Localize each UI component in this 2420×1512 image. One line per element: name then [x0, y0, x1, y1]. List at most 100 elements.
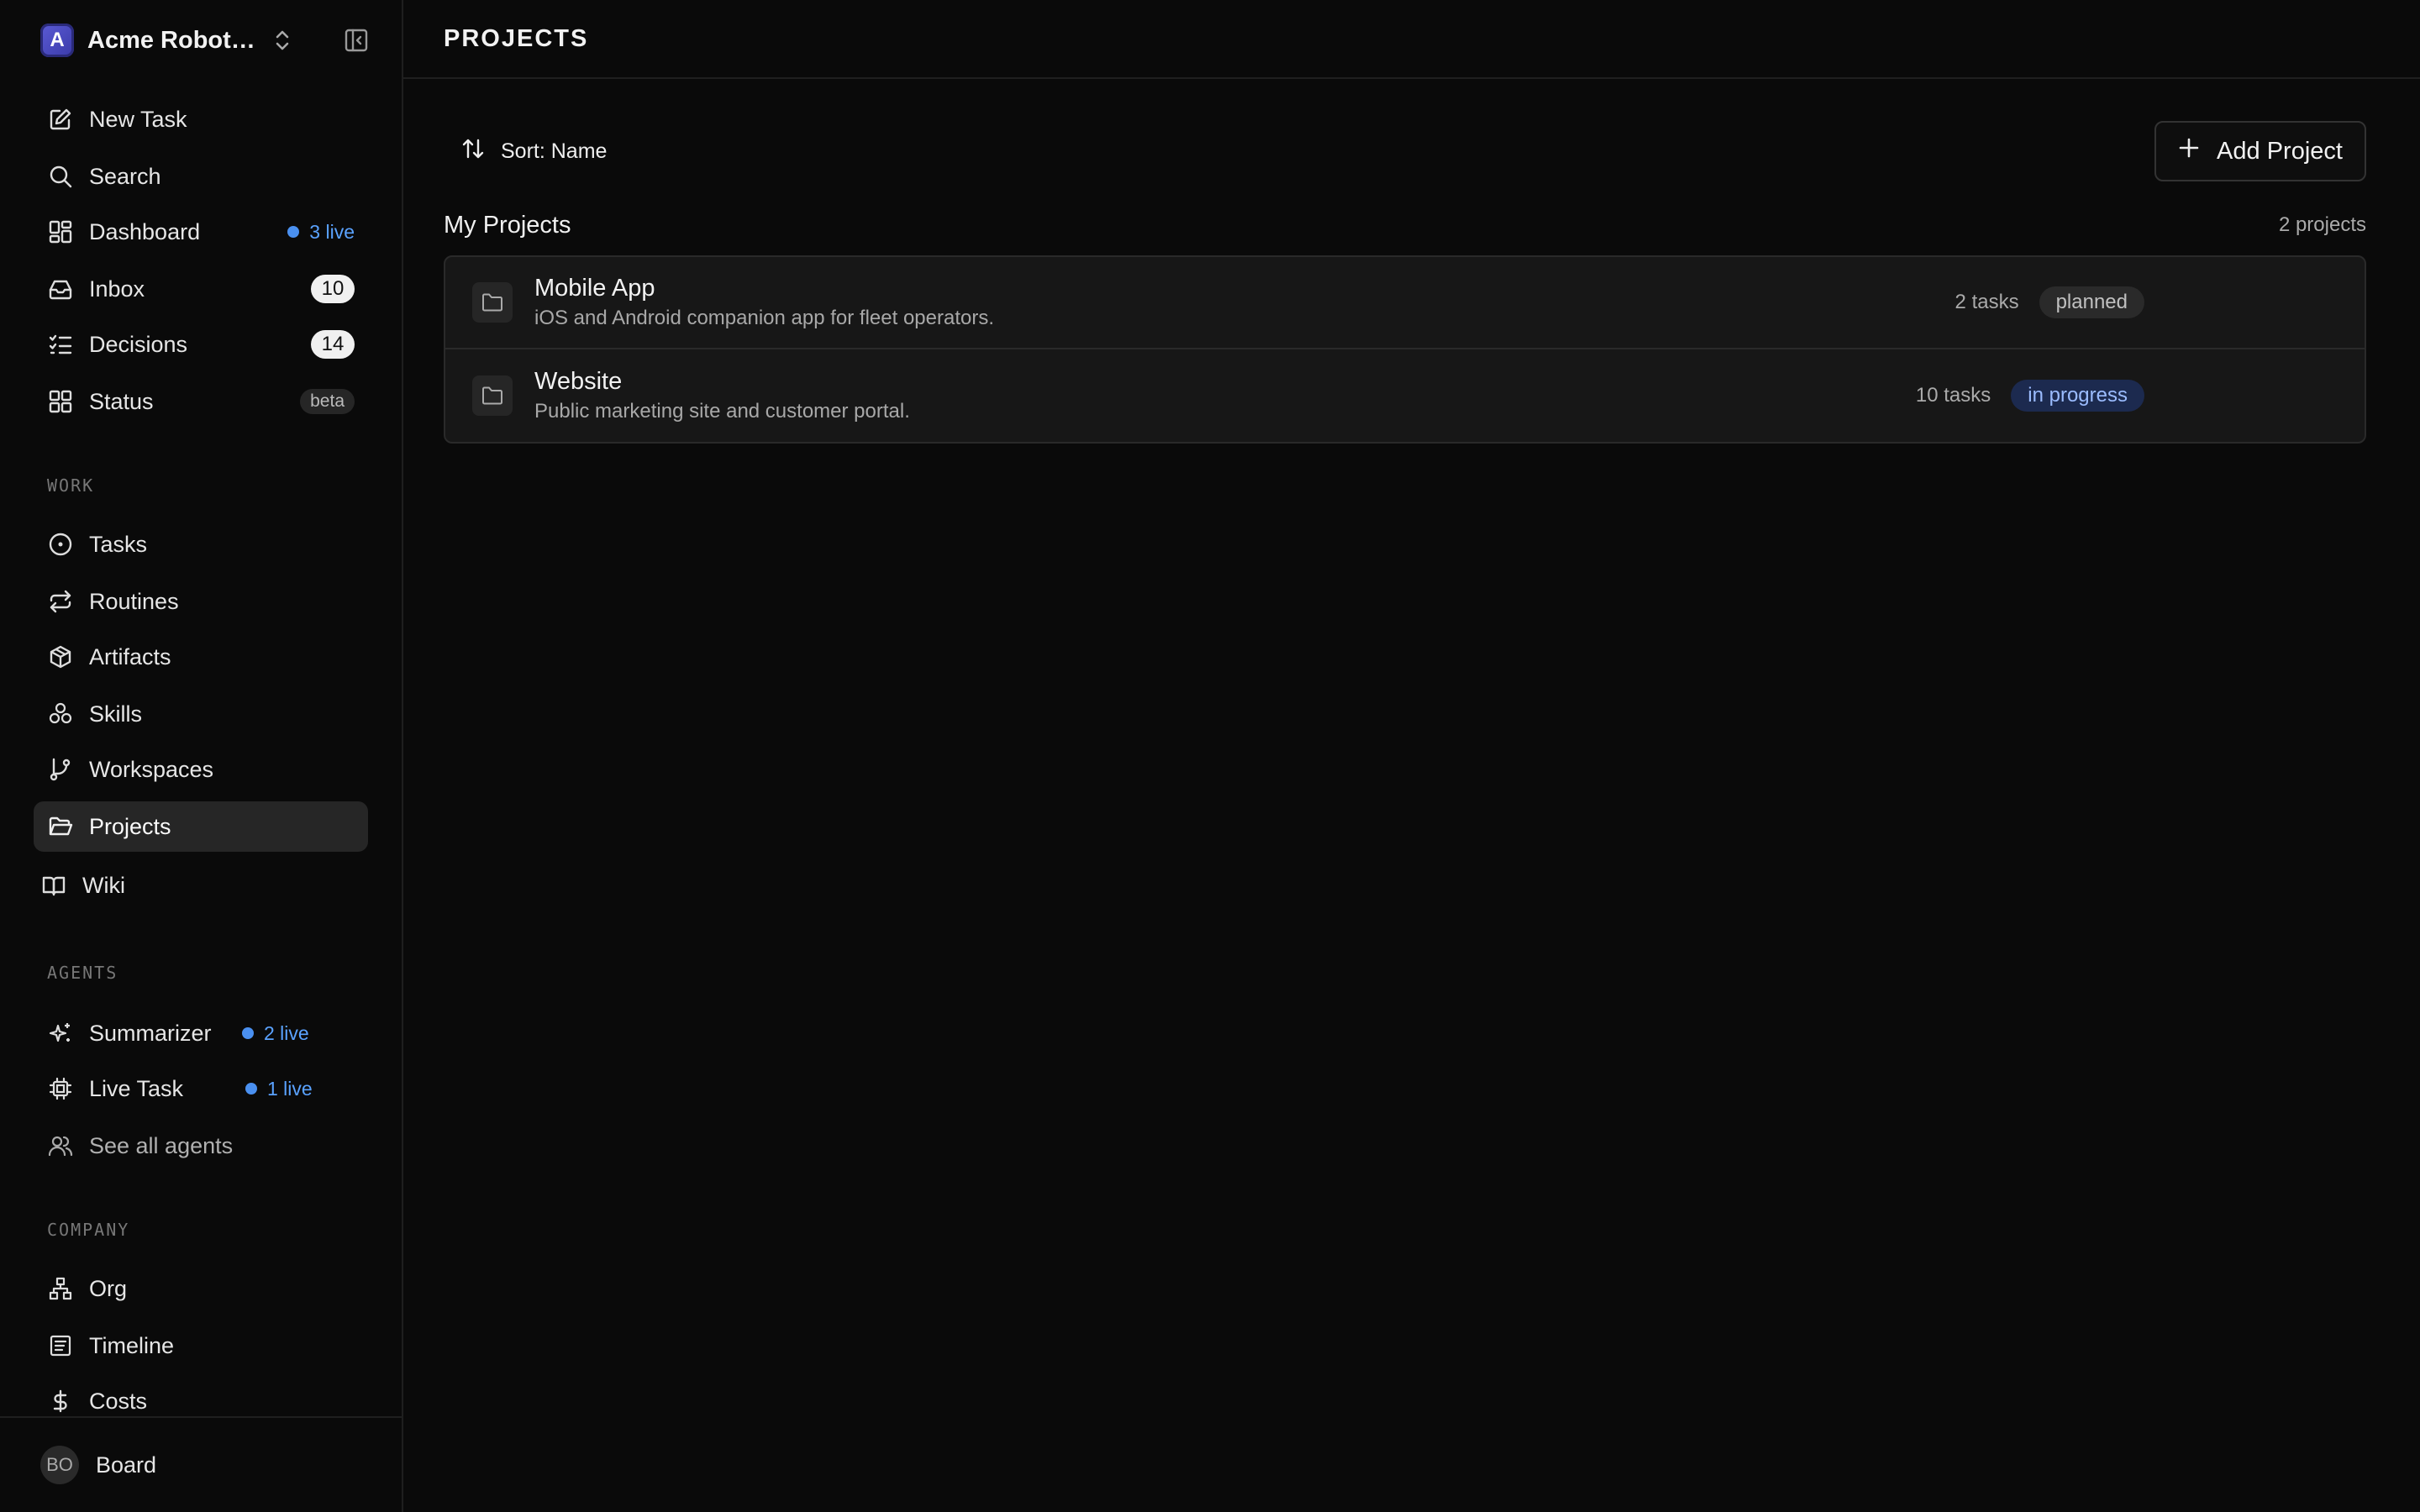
live-dot-icon — [287, 226, 300, 238]
project-list: Mobile App iOS and Android companion app… — [444, 255, 2366, 444]
nav-wiki[interactable]: Wiki — [27, 860, 361, 911]
section-label-work: WORK — [47, 475, 95, 496]
status-badge: in progress — [2011, 380, 2144, 412]
project-meta: 10 tasks in progress — [1916, 380, 2144, 412]
nav-label: New Task — [89, 106, 187, 132]
nav-search[interactable]: Search — [34, 151, 368, 202]
nav-agent-live-task[interactable]: Live Task 1 live — [34, 1063, 368, 1114]
project-description: iOS and Android companion app for fleet … — [534, 307, 995, 329]
nav-label: Projects — [89, 813, 171, 839]
nav-new-task[interactable]: New Task — [34, 94, 368, 144]
nav-label: Routines — [89, 588, 179, 614]
inbox-count-badge: 10 — [311, 275, 355, 303]
workspace-name[interactable]: Acme Robotics — [87, 27, 260, 55]
nav-artifacts[interactable]: Artifacts — [34, 632, 368, 682]
group-title: My Projects — [444, 211, 571, 239]
git-branch-icon — [47, 756, 74, 783]
nav-label: See all agents — [89, 1132, 234, 1158]
project-name: Website — [534, 368, 623, 395]
nav-timeline[interactable]: Timeline — [34, 1320, 368, 1371]
sidebar-footer[interactable]: BO Board — [0, 1416, 403, 1512]
nav-label: Artifacts — [89, 643, 171, 669]
live-dot-icon — [245, 1083, 257, 1095]
top-bar: PROJECTS — [403, 0, 2420, 79]
page-title: PROJECTS — [444, 24, 589, 52]
nav-routines[interactable]: Routines — [34, 576, 368, 627]
search-icon — [47, 163, 74, 190]
grid-icon — [47, 388, 74, 415]
live-count: 2 live — [264, 1021, 309, 1044]
nav-label: Live Task — [89, 1075, 184, 1101]
project-meta: 2 tasks planned — [1955, 286, 2144, 318]
book-open-icon — [40, 872, 67, 899]
nav-decisions[interactable]: Decisions 14 — [34, 319, 368, 370]
live-dot-icon — [242, 1027, 254, 1039]
task-count: 2 tasks — [1954, 291, 2019, 313]
project-row[interactable]: Website Public marketing site and custom… — [445, 349, 2365, 442]
nav-skills[interactable]: Skills — [34, 689, 368, 739]
project-group-header: My Projects 2 projects — [444, 208, 2366, 242]
nav-label: Summarizer — [89, 1020, 212, 1046]
live-status-badge: 3 live — [287, 221, 355, 244]
sort-button[interactable]: Sort: Name — [444, 128, 623, 175]
plus-icon — [2178, 137, 2200, 165]
toolbar: Sort: Name Add Project — [444, 121, 2366, 181]
chevron-up-down-icon[interactable] — [271, 24, 294, 57]
project-text: Mobile App iOS and Android companion app… — [534, 273, 994, 332]
nav-label: Costs — [89, 1388, 148, 1414]
project-text: Website Public marketing site and custom… — [534, 366, 910, 425]
package-icon — [47, 643, 74, 670]
nav-label: Timeline — [89, 1332, 175, 1358]
nav-workspaces[interactable]: Workspaces — [34, 744, 368, 795]
section-label-agents: AGENTS — [47, 963, 118, 983]
dollar-icon — [47, 1388, 74, 1415]
project-row[interactable]: Mobile App iOS and Android companion app… — [445, 257, 2365, 349]
nav-status[interactable]: Status beta — [34, 376, 368, 427]
nav-label: Dashboard — [89, 218, 201, 244]
nav-label: Skills — [89, 701, 143, 727]
status-badge: planned — [2039, 286, 2144, 318]
cpu-icon — [47, 1075, 74, 1102]
project-description: Public marketing site and customer porta… — [534, 400, 910, 423]
nav-agent-summarizer[interactable]: Summarizer 2 live — [34, 1008, 368, 1058]
live-count: 1 live — [267, 1077, 313, 1100]
add-project-label: Add Project — [2217, 137, 2343, 165]
project-name: Mobile App — [534, 275, 655, 302]
pencil-square-icon — [47, 106, 74, 133]
add-project-button[interactable]: Add Project — [2154, 121, 2366, 181]
decisions-count-badge: 14 — [311, 330, 355, 359]
sparkles-icon — [47, 1020, 74, 1047]
nav-inbox[interactable]: Inbox 10 — [34, 264, 368, 314]
collapse-sidebar-icon[interactable] — [343, 27, 370, 54]
nav-label: Org — [89, 1275, 128, 1301]
nav-projects[interactable]: Projects — [34, 801, 368, 852]
users-icon — [47, 1132, 74, 1159]
nav-dashboard[interactable]: Dashboard 3 live — [34, 207, 368, 257]
live-status-badge: 1 live — [245, 1078, 313, 1100]
main-content: PROJECTS Sort: Name Add Project My Proje… — [403, 0, 2420, 1512]
live-count: 3 live — [309, 220, 355, 243]
workspace-avatar: A — [40, 24, 74, 57]
nav-org[interactable]: Org — [34, 1263, 368, 1314]
sort-label: Sort: Name — [501, 139, 608, 163]
repeat-icon — [47, 588, 74, 615]
beta-badge: beta — [300, 389, 355, 414]
nav-label: Status — [89, 388, 154, 414]
nav-label: Search — [89, 163, 161, 189]
live-status-badge: 2 live — [242, 1022, 309, 1045]
inbox-icon — [47, 276, 74, 302]
workspace-header[interactable]: A Acme Robotics — [40, 22, 370, 59]
group-count: 2 projects — [2278, 213, 2366, 236]
avatar: BO — [40, 1446, 79, 1484]
timeline-icon — [47, 1332, 74, 1359]
folder-icon — [472, 375, 513, 416]
nav-label: Inbox — [89, 276, 145, 302]
nav-see-all-agents[interactable]: See all agents — [34, 1121, 368, 1171]
org-chart-icon — [47, 1275, 74, 1302]
sort-arrows-icon — [460, 136, 486, 167]
folder-icon — [472, 282, 513, 323]
nav-tasks[interactable]: Tasks — [34, 519, 368, 570]
sidebar: A Acme Robotics New Task Search Dashboar… — [0, 0, 403, 1512]
boxes-icon — [47, 701, 74, 727]
folder-open-icon — [47, 813, 74, 840]
